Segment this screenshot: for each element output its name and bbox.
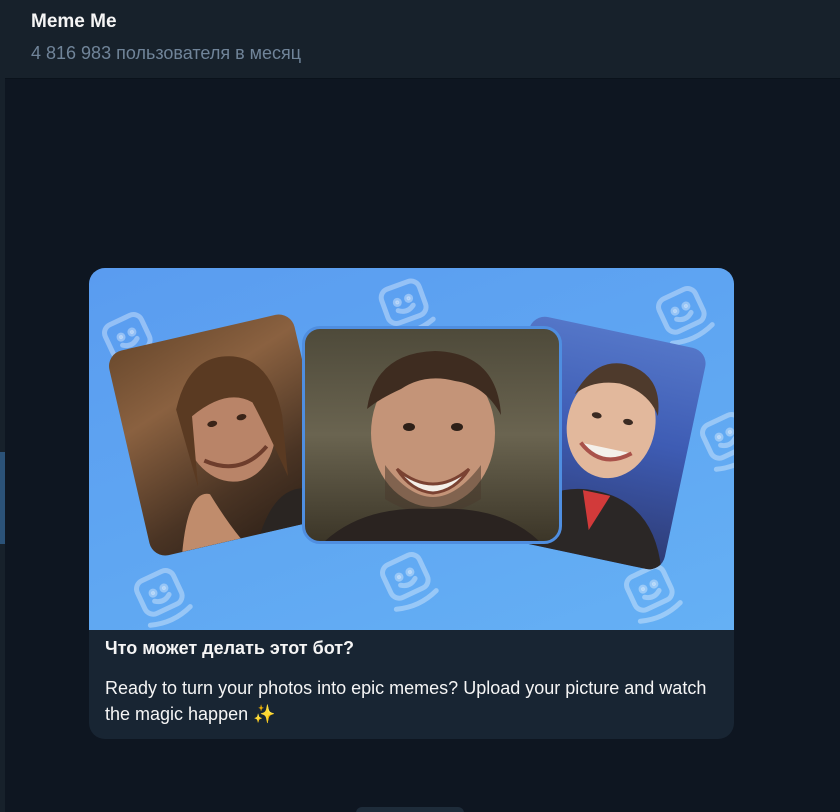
chat-list-edge [0, 0, 5, 812]
chat-window: Meme Me 4 816 983 пользователя в месяц Ч… [0, 0, 840, 812]
chat-title[interactable]: Meme Me [31, 11, 117, 33]
bot-description-text: Ready to turn your photos into epic meme… [105, 678, 707, 724]
center-photo [302, 326, 562, 544]
bot-face-icon [700, 412, 734, 472]
start-button-peek[interactable] [356, 807, 464, 812]
bot-description: Что может делать этот бот? Ready to turn… [105, 638, 715, 727]
bot-face-icon [380, 552, 439, 612]
bot-face-icon [134, 568, 193, 628]
bot-face-icon [656, 286, 715, 346]
bot-info-card: Что может делать этот бот? Ready to turn… [89, 268, 734, 739]
chat-header[interactable]: Meme Me 4 816 983 пользователя в месяц [5, 0, 840, 79]
bot-banner [89, 268, 734, 630]
chat-subtitle: 4 816 983 пользователя в месяц [31, 43, 302, 63]
center-photo-figure [325, 351, 539, 541]
selected-chat-indicator[interactable] [0, 452, 5, 544]
bot-description-heading: Что может делать этот бот? [105, 638, 355, 658]
bot-face-icon [624, 564, 683, 624]
